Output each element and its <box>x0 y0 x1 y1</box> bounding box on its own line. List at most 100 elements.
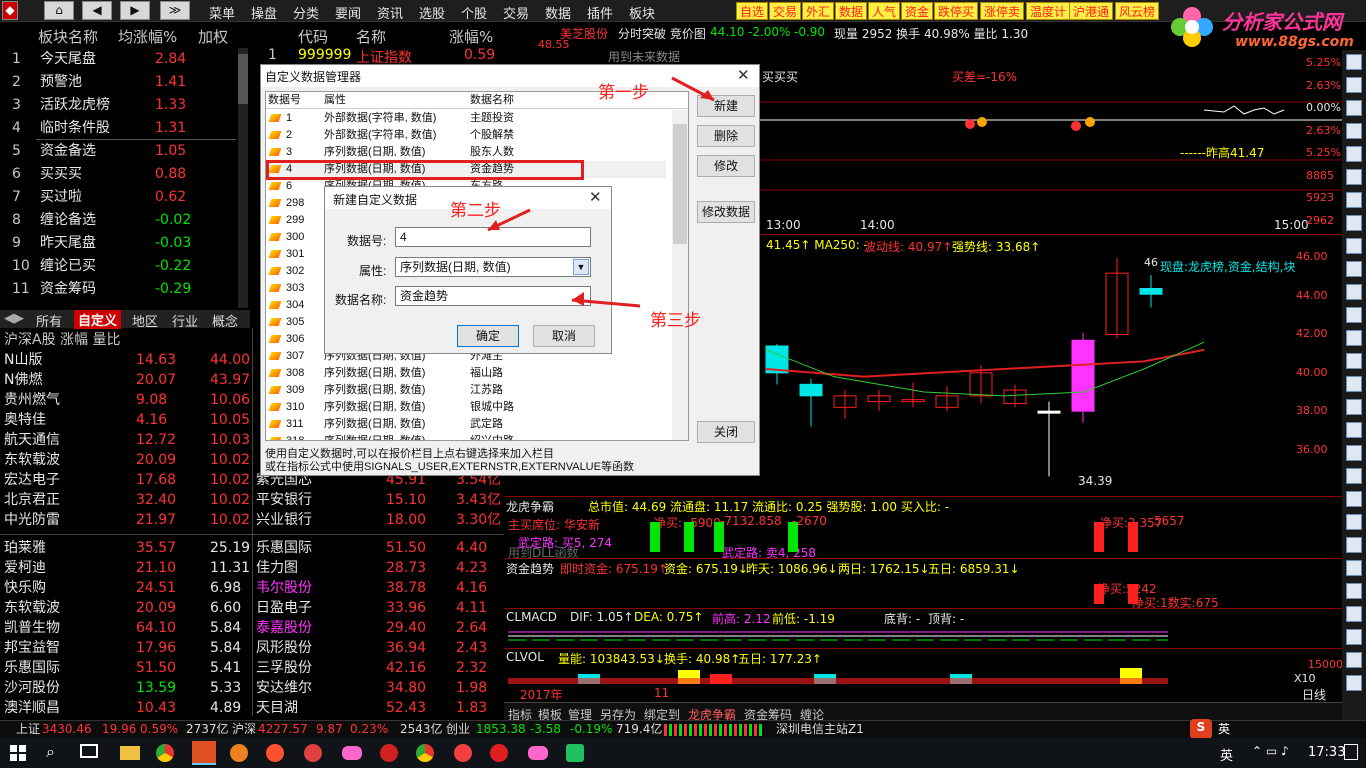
arrow-right-icon[interactable]: ▶ <box>120 1 150 20</box>
search-icon[interactable]: ⌕ <box>46 742 55 762</box>
col-header[interactable]: 加权 <box>198 26 228 47</box>
table-row[interactable]: 凤形股份 36.94 2.43 <box>254 638 504 658</box>
chart-tool-icon[interactable] <box>1346 675 1362 691</box>
quick-button[interactable]: 人气 <box>868 2 901 20</box>
chart-tool-icon[interactable] <box>1346 468 1362 484</box>
sogou-icon[interactable]: S <box>1190 719 1212 739</box>
chart-tool-icon[interactable] <box>1346 261 1362 277</box>
table-row[interactable]: 邦宝益智 17.96 5.84 <box>0 638 250 658</box>
chart-tool-icon[interactable] <box>1346 399 1362 415</box>
table-row[interactable]: 珀莱雅 35.57 25.19 <box>0 538 250 558</box>
table-row[interactable]: 泰嘉股份 29.40 2.64 <box>254 618 504 638</box>
col-header[interactable]: 名称 <box>356 26 386 47</box>
chart-tool-icon[interactable] <box>1346 652 1362 668</box>
menu-item[interactable]: 个股 <box>461 3 487 22</box>
app-icon[interactable] <box>490 744 508 762</box>
menu-item[interactable]: 菜单 <box>209 3 235 22</box>
file-explorer-icon[interactable] <box>120 746 140 760</box>
chart-tool-icon[interactable] <box>1346 606 1362 622</box>
data-number-input[interactable]: 4 <box>395 227 591 247</box>
chart-tool-icon[interactable] <box>1346 192 1362 208</box>
chart-tool-icon[interactable] <box>1346 353 1362 369</box>
quick-button[interactable]: 温度计 <box>1026 2 1071 20</box>
edit-button[interactable]: 修改 <box>697 155 755 177</box>
chart-tool-icon[interactable] <box>1346 422 1362 438</box>
quick-button[interactable]: 沪港通 <box>1069 2 1114 20</box>
close-icon[interactable]: ✕ <box>737 66 750 84</box>
chart-tool-icon[interactable] <box>1346 445 1362 461</box>
windows-start-icon[interactable] <box>10 745 26 761</box>
delete-button[interactable]: 删除 <box>697 125 755 147</box>
table-row[interactable]: N山版 14.63 44.00 <box>0 350 250 370</box>
list-item[interactable]: 308 序列数据(日期, 数值) 福山路 <box>266 365 666 382</box>
table-row[interactable]: 日盈电子 33.96 4.11 <box>254 598 504 618</box>
chart-tool-icon[interactable] <box>1346 491 1362 507</box>
table-row[interactable]: 天目湖 52.43 1.83 <box>254 698 504 718</box>
chart-tool-icon[interactable] <box>1346 77 1362 93</box>
col-header[interactable]: 均涨幅% <box>118 26 177 47</box>
quick-button[interactable]: 涨停卖 <box>980 2 1025 20</box>
list-item[interactable]: 6 买买买 0.88 <box>0 163 250 186</box>
list-item[interactable]: 2 预警池 1.41 <box>0 71 250 94</box>
table-row[interactable]: 中光防雷 21.97 10.02 <box>0 510 250 530</box>
app-icon[interactable] <box>342 746 362 760</box>
chart-tool-icon[interactable] <box>1346 307 1362 323</box>
table-row[interactable]: 安达维尔 34.80 1.98 <box>254 678 504 698</box>
list-item[interactable]: 1 今天尾盘 2.84 <box>0 48 250 71</box>
stock-app-icon[interactable] <box>192 741 216 765</box>
chart-tool-icon[interactable] <box>1346 54 1362 70</box>
col-header[interactable]: 数据名称 <box>470 92 514 109</box>
tab-prev-icon[interactable]: ◀▶ <box>4 311 24 326</box>
list-item[interactable]: 3 序列数据(日期, 数值) 股东人数 <box>266 144 666 161</box>
list-item[interactable]: 11 资金筹码 -0.29 <box>0 278 250 301</box>
table-row[interactable]: 爱柯迪 21.10 11.31 <box>0 558 250 578</box>
app-icon[interactable] <box>380 744 398 762</box>
table-row[interactable]: 东软载波 20.09 6.60 <box>0 598 250 618</box>
clock[interactable]: 17:33 <box>1308 745 1345 760</box>
list-item[interactable]: 9 昨天尾盘 -0.03 <box>0 232 250 255</box>
arrow-left-icon[interactable]: ◀ <box>82 1 112 20</box>
app-icon[interactable] <box>416 744 434 762</box>
chart-tool-icon[interactable] <box>1346 284 1362 300</box>
quick-button[interactable]: 交易 <box>769 2 802 20</box>
list-item[interactable]: 310 序列数据(日期, 数值) 银城中路 <box>266 399 666 416</box>
chart-tool-icon[interactable] <box>1346 146 1362 162</box>
double-down-icon[interactable]: ≫ <box>160 1 190 20</box>
quick-button[interactable]: 风云榜 <box>1115 2 1160 20</box>
chart-tool-icon[interactable] <box>1346 123 1362 139</box>
quick-button[interactable]: 资金 <box>901 2 934 20</box>
app-icon[interactable] <box>266 744 284 762</box>
chart-tool-icon[interactable] <box>1346 537 1362 553</box>
table-row[interactable]: 北京君正 32.40 10.02 <box>0 490 250 510</box>
list-item[interactable]: 309 序列数据(日期, 数值) 江苏路 <box>266 382 666 399</box>
app-icon[interactable] <box>528 746 548 760</box>
menu-item[interactable]: 板块 <box>629 3 655 22</box>
menu-item[interactable]: 操盘 <box>251 3 277 22</box>
menu-item[interactable]: 交易 <box>503 3 529 22</box>
cancel-button[interactable]: 取消 <box>533 325 595 347</box>
table-row[interactable]: 宏达电子 17.68 10.02 <box>0 470 250 490</box>
chart-tool-icon[interactable] <box>1346 629 1362 645</box>
menu-item[interactable]: 插件 <box>587 3 613 22</box>
table-row[interactable]: 奥特佳 4.16 10.05 <box>0 410 250 430</box>
chart-tool-icon[interactable] <box>1346 215 1362 231</box>
ok-button[interactable]: 确定 <box>457 325 519 347</box>
menu-item[interactable]: 资讯 <box>377 3 403 22</box>
table-row[interactable]: 快乐购 24.51 6.98 <box>0 578 250 598</box>
col-header[interactable]: 属性 <box>324 92 346 109</box>
new-button[interactable]: 新建 <box>697 95 755 117</box>
attribute-select[interactable]: 序列数据(日期, 数值) ▼ <box>395 257 591 277</box>
task-view-icon[interactable] <box>80 744 98 758</box>
chart-tool-icon[interactable] <box>1346 376 1362 392</box>
quick-button[interactable]: 自选 <box>736 2 769 20</box>
quick-button[interactable]: 外汇 <box>802 2 835 20</box>
list-item[interactable]: 2 外部数据(字符串, 数值) 个股解禁 <box>266 127 666 144</box>
table-row[interactable]: 澳洋顺昌 10.43 4.89 <box>0 698 250 718</box>
list-item[interactable]: 5 资金备选 1.05 <box>0 140 250 163</box>
close-button[interactable]: 关闭 <box>697 421 755 443</box>
col-header[interactable]: 代码 <box>298 26 328 47</box>
menu-item[interactable]: 要闻 <box>335 3 361 22</box>
list-item[interactable]: 4 临时条件股 1.31 <box>0 117 250 140</box>
table-row[interactable]: N佛燃 20.07 43.97 <box>0 370 250 390</box>
table-row[interactable]: 三孚股份 42.16 2.32 <box>254 658 504 678</box>
